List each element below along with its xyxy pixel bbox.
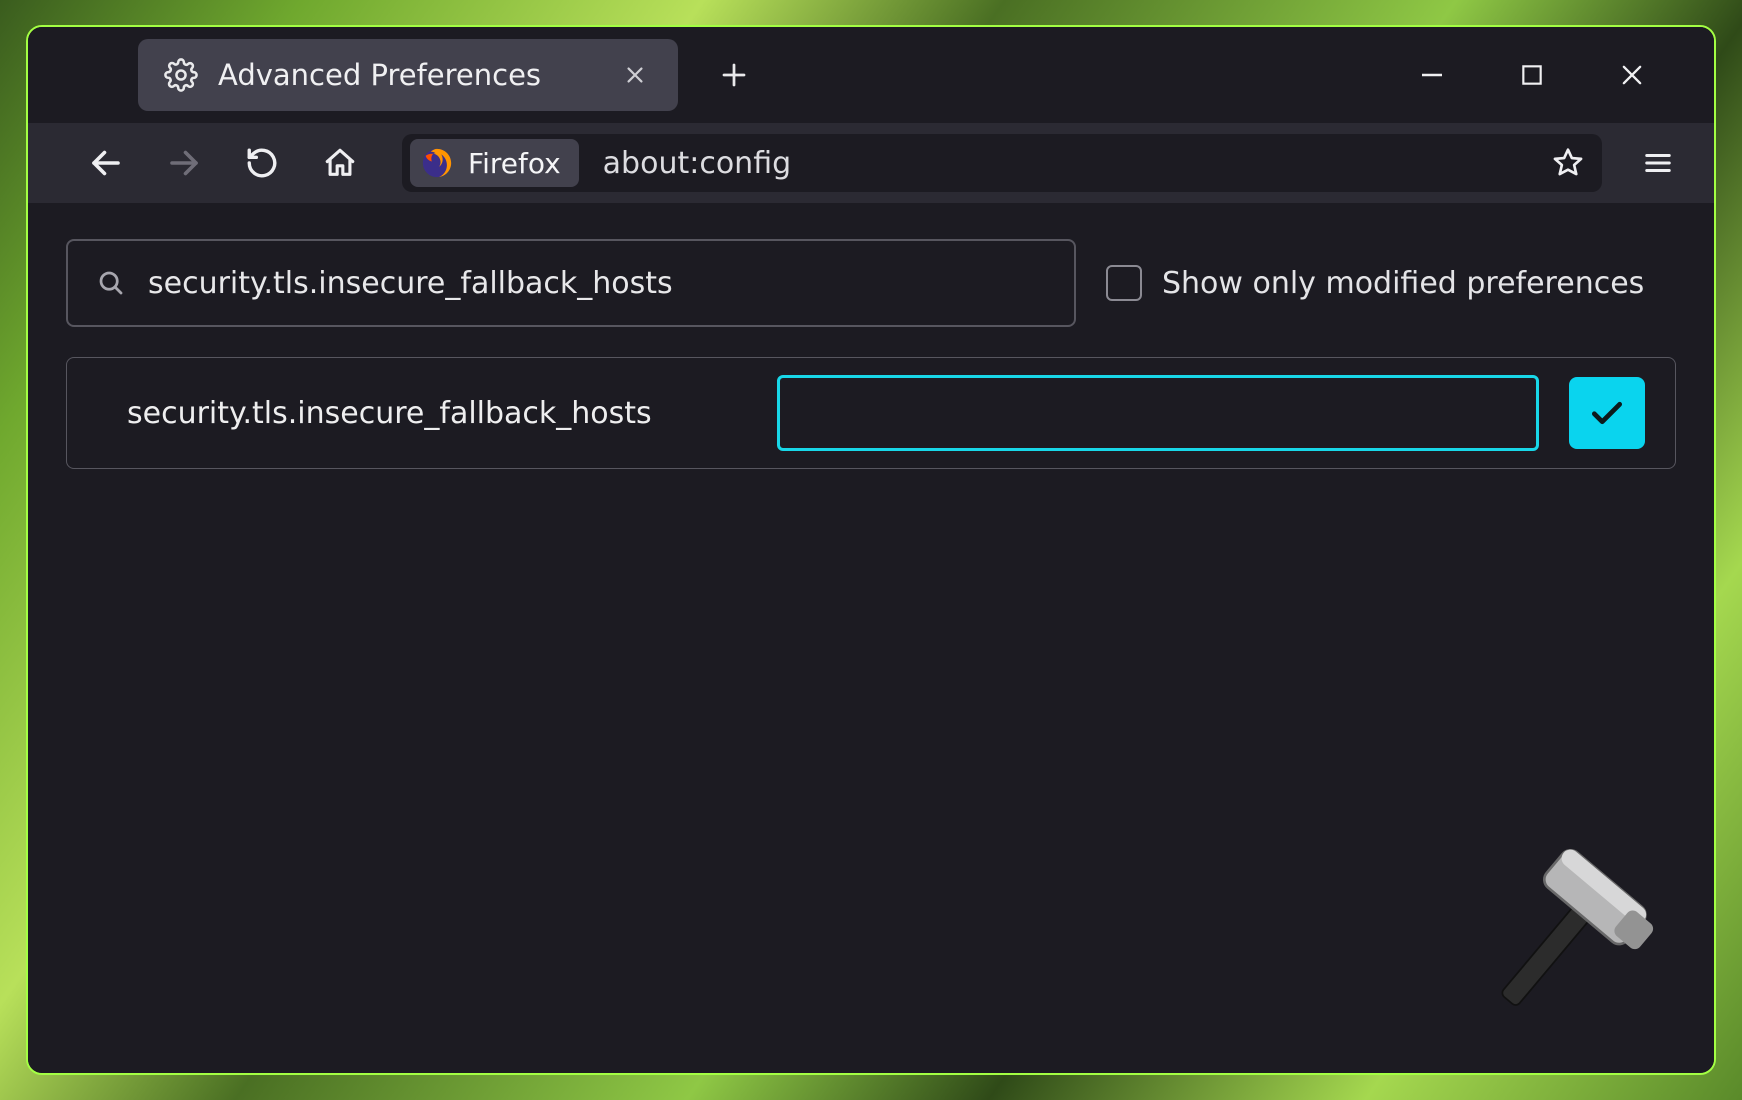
- identity-box[interactable]: Firefox: [410, 139, 579, 187]
- app-menu-button[interactable]: [1630, 135, 1686, 191]
- minimize-button[interactable]: [1410, 53, 1454, 97]
- search-icon: [96, 268, 126, 298]
- reload-button[interactable]: [234, 135, 290, 191]
- about-config-content: Show only modified preferences security.…: [28, 203, 1714, 1073]
- show-modified-checkbox[interactable]: Show only modified preferences: [1106, 265, 1644, 301]
- identity-label: Firefox: [468, 147, 561, 180]
- forward-button[interactable]: [156, 135, 212, 191]
- checkbox-icon: [1106, 265, 1142, 301]
- maximize-button[interactable]: [1510, 53, 1554, 97]
- tab-strip: Advanced Preferences: [28, 27, 1714, 123]
- pref-search-box[interactable]: [66, 239, 1076, 327]
- pref-value-input[interactable]: [777, 375, 1539, 451]
- pref-search-input[interactable]: [148, 266, 1046, 301]
- tab-advanced-preferences[interactable]: Advanced Preferences: [138, 39, 678, 111]
- tab-title: Advanced Preferences: [218, 58, 598, 92]
- gear-icon: [164, 58, 198, 92]
- hammer-watermark-icon: [1464, 823, 1674, 1033]
- window-controls: [1410, 53, 1694, 97]
- bookmark-star-button[interactable]: [1544, 139, 1592, 187]
- nav-toolbar: Firefox about:config: [28, 123, 1714, 203]
- firefox-icon: [420, 146, 454, 180]
- url-bar[interactable]: Firefox about:config: [402, 134, 1602, 192]
- search-row: Show only modified preferences: [66, 239, 1676, 327]
- back-button[interactable]: [78, 135, 134, 191]
- new-tab-button[interactable]: [706, 47, 762, 103]
- close-window-button[interactable]: [1610, 53, 1654, 97]
- home-button[interactable]: [312, 135, 368, 191]
- pref-row: security.tls.insecure_fallback_hosts: [66, 357, 1676, 469]
- url-text: about:config: [603, 146, 1530, 181]
- check-icon: [1588, 394, 1626, 432]
- pref-save-button[interactable]: [1569, 377, 1645, 449]
- close-tab-button[interactable]: [618, 58, 652, 92]
- show-modified-label: Show only modified preferences: [1162, 266, 1644, 301]
- pref-name: security.tls.insecure_fallback_hosts: [127, 396, 747, 431]
- browser-window: Advanced Preferences: [26, 25, 1716, 1075]
